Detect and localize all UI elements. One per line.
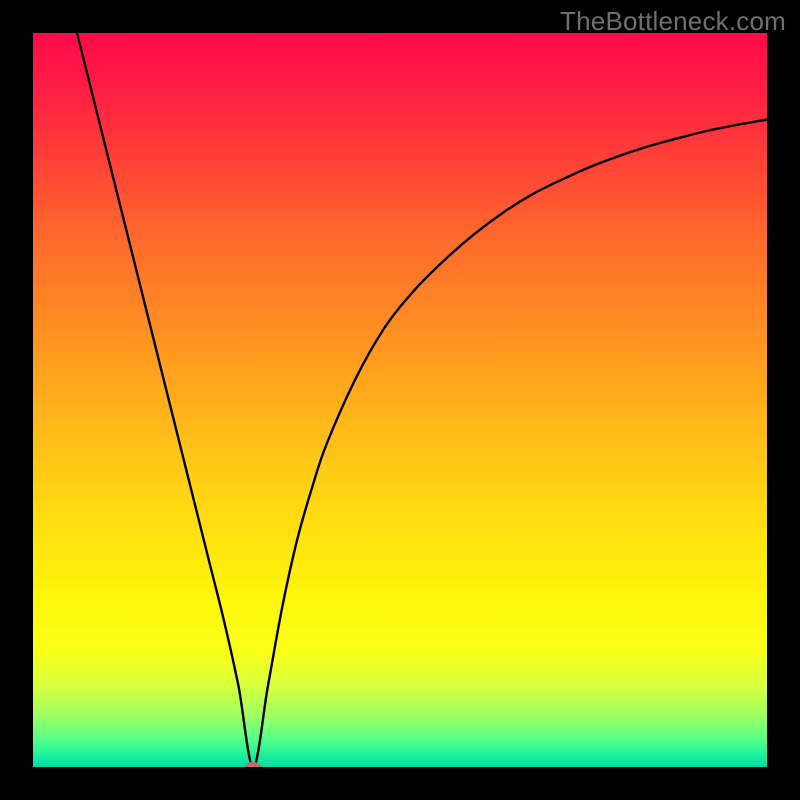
chart-frame: TheBottleneck.com: [0, 0, 800, 800]
curve-layer: [33, 33, 767, 767]
bottleneck-curve: [77, 33, 767, 767]
watermark-text: TheBottleneck.com: [560, 6, 786, 37]
minimum-marker-icon: [245, 762, 261, 767]
plot-area: [33, 33, 767, 767]
